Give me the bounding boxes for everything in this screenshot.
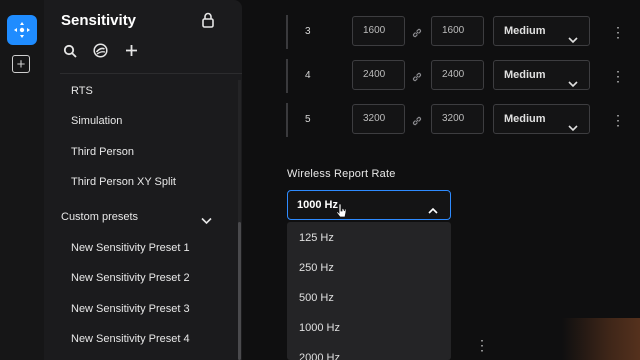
game-icon[interactable]	[92, 42, 109, 59]
kebab-icon[interactable]: ⋮	[611, 113, 625, 127]
speed-value: Medium	[504, 25, 546, 37]
speed-select[interactable]: Medium	[493, 60, 590, 90]
chevron-down-icon	[568, 115, 578, 143]
row-divider	[286, 15, 288, 49]
kebab-icon[interactable]: ⋮	[611, 69, 625, 83]
speed-value: Medium	[504, 69, 546, 81]
speed-select[interactable]: Medium	[493, 16, 590, 46]
custom-preset-item[interactable]: New Sensitivity Preset 4	[71, 333, 190, 345]
report-rate-option[interactable]: 500 Hz	[299, 292, 334, 304]
search-icon[interactable]	[61, 42, 78, 59]
sensitivity-panel: Sensitivity RTS Simulation Third Person …	[44, 0, 242, 360]
app-move-icon[interactable]	[7, 15, 37, 45]
custom-preset-item[interactable]: New Sensitivity Preset 3	[71, 303, 190, 315]
chevron-down-icon	[568, 71, 578, 99]
custom-presets-header[interactable]: Custom presets	[61, 211, 138, 223]
chevron-up-icon	[428, 201, 438, 219]
toolbar-divider	[60, 73, 242, 74]
report-rate-option[interactable]: 2000 Hz	[299, 352, 340, 360]
report-rate-selected: 1000 Hz	[297, 199, 338, 211]
preset-item-third-person[interactable]: Third Person	[71, 146, 134, 158]
row-divider	[286, 103, 288, 137]
dpi-y-input[interactable]: 2400	[431, 60, 484, 90]
kebab-icon[interactable]: ⋮	[475, 337, 489, 354]
report-rate-option[interactable]: 125 Hz	[299, 232, 334, 244]
custom-preset-item[interactable]: New Sensitivity Preset 2	[71, 272, 190, 284]
report-rate-option[interactable]: 1000 Hz	[299, 322, 340, 334]
preset-item-simulation[interactable]: Simulation	[71, 115, 122, 127]
chevron-down-icon[interactable]	[201, 212, 212, 230]
preset-item-rts[interactable]: RTS	[71, 85, 93, 97]
report-rate-select[interactable]: 1000 Hz	[287, 190, 451, 220]
report-rate-dropdown: 125 Hz 250 Hz 500 Hz 1000 Hz 2000 Hz	[287, 222, 451, 360]
link-icon[interactable]	[411, 26, 423, 44]
dpi-y-input[interactable]: 1600	[431, 16, 484, 46]
add-app-icon[interactable]: +	[12, 55, 30, 73]
dpi-x-input[interactable]: 1600	[352, 16, 405, 46]
background-glow	[562, 318, 640, 360]
row-divider	[286, 59, 288, 93]
dpi-level-number: 4	[305, 70, 311, 81]
link-icon[interactable]	[411, 70, 423, 88]
scrollbar-thumb[interactable]	[238, 222, 241, 360]
lock-icon[interactable]	[201, 12, 215, 33]
dpi-level-number: 3	[305, 26, 311, 37]
preset-item-third-person-xy-split[interactable]: Third Person XY Split	[71, 176, 176, 188]
mouse-cursor-icon	[335, 203, 348, 224]
speed-select[interactable]: Medium	[493, 104, 590, 134]
kebab-icon[interactable]: ⋮	[611, 25, 625, 39]
plus-icon[interactable]	[123, 42, 140, 59]
chevron-down-icon	[568, 27, 578, 55]
custom-preset-item[interactable]: New Sensitivity Preset 1	[71, 242, 190, 254]
app-rail: +	[0, 0, 44, 360]
wireless-report-rate-label: Wireless Report Rate	[287, 168, 396, 180]
dpi-x-input[interactable]: 2400	[352, 60, 405, 90]
dpi-level-number: 5	[305, 114, 311, 125]
panel-toolbar	[61, 42, 140, 59]
dpi-x-input[interactable]: 3200	[352, 104, 405, 134]
dpi-y-input[interactable]: 3200	[431, 104, 484, 134]
link-icon[interactable]	[411, 114, 423, 132]
main-settings: 3 1600 1600 Medium ⋮ 4 2400 2400 Medium …	[242, 0, 640, 360]
report-rate-option[interactable]: 250 Hz	[299, 262, 334, 274]
panel-title: Sensitivity	[61, 12, 137, 29]
speed-value: Medium	[504, 113, 546, 125]
